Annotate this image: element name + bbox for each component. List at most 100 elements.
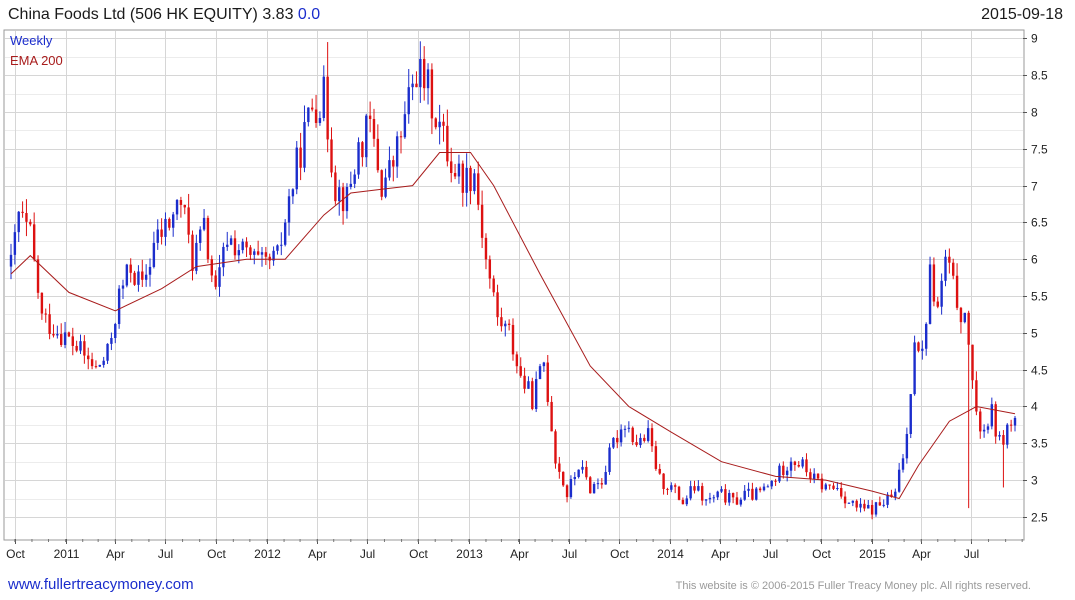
- candle-body: [334, 172, 337, 202]
- candle-body: [87, 355, 90, 360]
- candle-body: [426, 69, 430, 89]
- candle-body: [967, 312, 970, 345]
- candle-body: [816, 473, 820, 479]
- candle-body: [63, 332, 67, 345]
- candle-body: [701, 486, 704, 501]
- candle-body: [592, 484, 596, 494]
- candle-body: [774, 480, 777, 482]
- candle-body: [554, 431, 557, 464]
- candle-body: [585, 466, 588, 478]
- candle-body: [994, 404, 997, 437]
- candle-body: [102, 360, 105, 365]
- candle-body: [623, 428, 627, 430]
- candle-body: [121, 285, 125, 289]
- legend-ema-200: EMA 200: [10, 53, 63, 68]
- candle-body: [940, 280, 943, 307]
- candle-body: [755, 488, 758, 500]
- candle-body: [901, 458, 905, 470]
- candle-body: [114, 324, 117, 339]
- candle-body: [562, 471, 565, 486]
- candle-body: [496, 292, 499, 318]
- candle-body: [697, 486, 700, 491]
- candle-body: [125, 264, 129, 286]
- candle-body: [828, 484, 831, 486]
- candle-body: [863, 503, 866, 509]
- candle-body: [758, 488, 762, 491]
- x-tick-label: 2015: [859, 547, 886, 561]
- candle-body: [299, 147, 302, 168]
- candle-body: [48, 314, 51, 335]
- candle-body: [117, 288, 121, 325]
- candle-body: [422, 58, 426, 89]
- candle-body: [473, 173, 476, 192]
- candle-body: [233, 238, 237, 256]
- candle-body: [283, 222, 287, 245]
- price-chart: 2.5 3 3.5 4 4.5 5 5.5 6 6.5 7 7.5 8 8.5 9 Oct 2011 Apr Ju…: [3, 29, 1048, 561]
- x-tick-label: Jul: [360, 547, 375, 561]
- candle-body: [886, 494, 889, 505]
- candle-body: [693, 486, 696, 491]
- candle-body: [608, 447, 611, 472]
- candle-body: [407, 87, 410, 115]
- candle-body: [519, 366, 522, 376]
- candle-body: [894, 491, 897, 497]
- website-link[interactable]: www.fullertreacymoney.com: [8, 576, 194, 593]
- candle-body: [187, 207, 190, 235]
- candle-body: [241, 241, 244, 251]
- candle-body: [303, 122, 306, 168]
- y-tick-label: 7: [1031, 180, 1038, 194]
- y-tick-label: 4: [1031, 400, 1038, 414]
- candle-body: [268, 256, 271, 261]
- candle-body: [870, 504, 874, 515]
- candle-body: [963, 312, 966, 323]
- candle-body: [345, 186, 349, 212]
- candle-body: [797, 464, 800, 467]
- candle-body: [932, 264, 936, 302]
- candle-body: [71, 336, 74, 346]
- candle-body: [851, 500, 855, 503]
- candle-body: [79, 341, 82, 351]
- candle-body: [229, 238, 233, 245]
- candle-body: [619, 429, 623, 443]
- candle-body: [909, 394, 912, 434]
- candle-body: [372, 119, 376, 139]
- candle-body: [29, 221, 32, 225]
- candle-body: [260, 252, 264, 255]
- candle-body: [859, 503, 862, 508]
- x-tick-label: Oct: [6, 547, 25, 561]
- y-tick-label: 9: [1031, 32, 1038, 46]
- candle-body: [843, 496, 847, 504]
- candle-body: [202, 217, 206, 230]
- candle-body: [21, 211, 24, 214]
- candle-body: [677, 486, 681, 500]
- candle-body: [326, 76, 329, 140]
- candle-body: [253, 251, 256, 255]
- candle-body: [280, 244, 283, 246]
- candle-body: [654, 446, 658, 469]
- candle-body: [527, 381, 530, 389]
- candle-body: [612, 437, 615, 448]
- candle-body: [411, 83, 414, 88]
- candle-body: [419, 58, 422, 88]
- candle-body: [538, 366, 542, 380]
- x-tick-label: Apr: [510, 547, 529, 561]
- candle-body: [256, 251, 260, 255]
- candle-body: [144, 274, 148, 280]
- candle-body: [712, 497, 715, 499]
- candle-body: [488, 259, 492, 279]
- candle-body: [704, 499, 708, 501]
- candle-body: [311, 107, 314, 110]
- y-tick-label: 3: [1031, 474, 1038, 488]
- x-tick-label: 2012: [254, 547, 281, 561]
- candle-body: [716, 491, 719, 498]
- candle-body: [855, 500, 858, 508]
- candle-body: [708, 497, 712, 500]
- candle-body: [330, 139, 333, 173]
- candle-body: [948, 256, 951, 263]
- candle-body: [353, 174, 356, 184]
- candle-body: [106, 343, 109, 361]
- candle-body: [531, 381, 534, 409]
- candle-body: [237, 250, 241, 256]
- x-tick-label: Oct: [207, 547, 226, 561]
- candle-body: [94, 366, 98, 368]
